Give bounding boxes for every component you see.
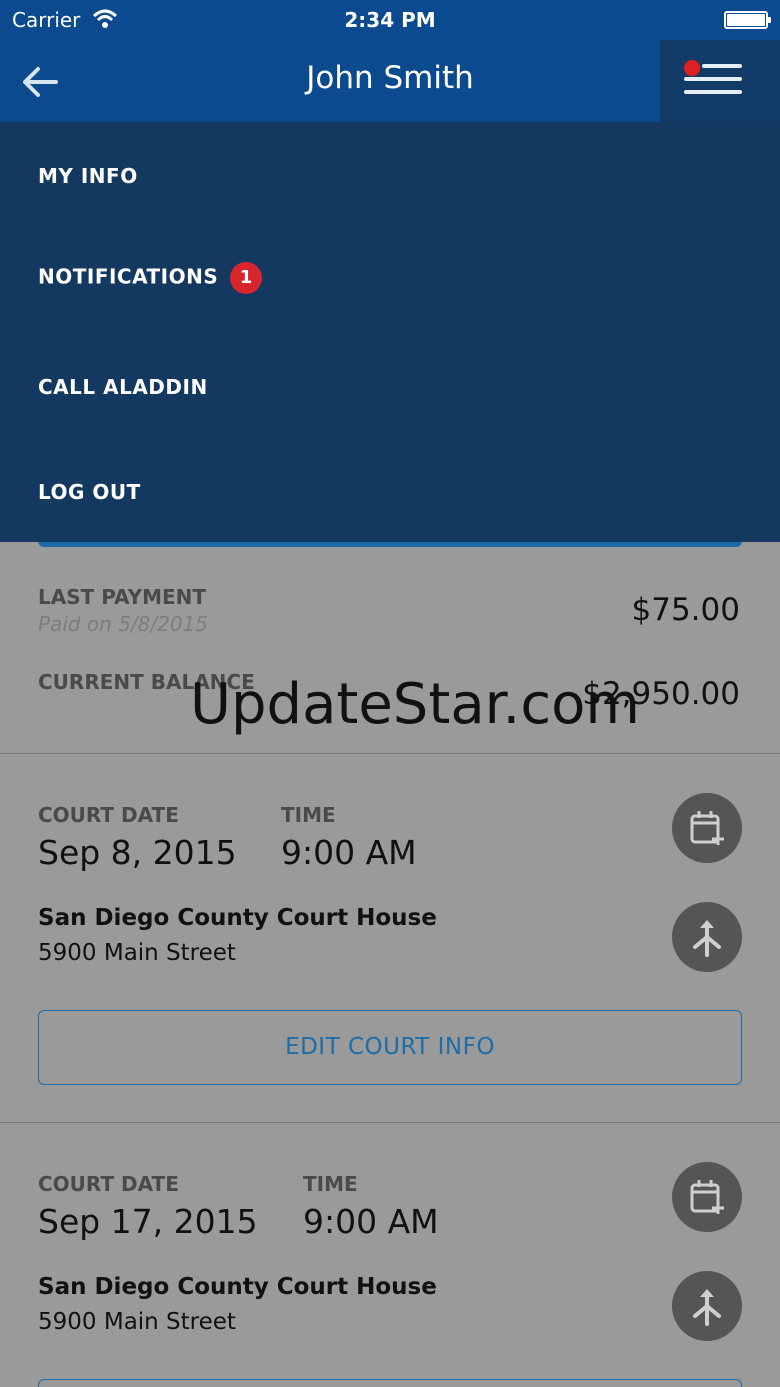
- time-label: TIME: [281, 803, 336, 827]
- last-payment-amount: $75.00: [631, 592, 740, 628]
- calendar-add-icon: [690, 1180, 724, 1214]
- status-bar: Carrier 2:34 PM: [0, 0, 780, 40]
- menu-item-label: NOTIFICATIONS: [38, 264, 219, 289]
- side-menu: MY INFO NOTIFICATIONS 1 CALL ALADDIN LOG …: [0, 122, 780, 542]
- court-card: COURT DATE TIME Sep 8, 2015 9:00 AM San …: [0, 755, 780, 1123]
- notification-badge: 1: [230, 262, 263, 294]
- last-payment-label: LAST PAYMENT: [38, 585, 207, 609]
- menu-line: [702, 64, 742, 68]
- menu-line: [684, 90, 742, 94]
- court-time: 9:00 AM: [281, 833, 417, 872]
- notification-dot: [684, 60, 700, 76]
- court-time: 9:00 AM: [303, 1202, 439, 1241]
- menu-button[interactable]: [660, 40, 780, 122]
- court-address: 5900 Main Street: [38, 940, 236, 966]
- calendar-add-icon: [690, 811, 724, 845]
- battery-icon: [724, 11, 771, 29]
- last-payment-date: Paid on 5/8/2015: [38, 612, 209, 636]
- directions-button[interactable]: [672, 1271, 742, 1341]
- menu-item-label: MY INFO: [38, 164, 138, 188]
- directions-icon: [693, 1289, 721, 1326]
- menu-line: [684, 77, 742, 81]
- menu-item-notifications[interactable]: NOTIFICATIONS 1: [38, 262, 263, 294]
- directions-button[interactable]: [672, 902, 742, 972]
- edit-court-info-button[interactable]: EDIT COURT INFO: [38, 1010, 742, 1085]
- menu-item-label: LOG OUT: [38, 480, 141, 504]
- time-label: TIME: [303, 1172, 358, 1196]
- navigation-bar: John Smith: [0, 40, 780, 122]
- court-date-label: COURT DATE: [38, 1172, 179, 1196]
- menu-item-my-info[interactable]: MY INFO: [38, 164, 138, 188]
- court-location-name: San Diego County Court House: [38, 905, 437, 931]
- court-date-label: COURT DATE: [38, 803, 179, 827]
- court-date: Sep 8, 2015: [38, 833, 237, 872]
- menu-item-call-aladdin[interactable]: CALL ALADDIN: [38, 375, 208, 399]
- court-address: 5900 Main Street: [38, 1309, 236, 1335]
- court-location-name: San Diego County Court House: [38, 1274, 437, 1300]
- directions-icon: [693, 920, 721, 957]
- edit-court-info-button-partial[interactable]: [38, 1379, 742, 1387]
- menu-item-label: CALL ALADDIN: [38, 375, 208, 399]
- watermark: UpdateStar.com: [190, 672, 640, 737]
- add-calendar-button[interactable]: [672, 793, 742, 863]
- clock: 2:34 PM: [344, 8, 436, 32]
- menu-item-log-out[interactable]: LOG OUT: [38, 480, 141, 504]
- court-date: Sep 17, 2015: [38, 1202, 258, 1241]
- court-card: COURT DATE TIME Sep 17, 2015 9:00 AM San…: [0, 1124, 780, 1387]
- add-calendar-button[interactable]: [672, 1162, 742, 1232]
